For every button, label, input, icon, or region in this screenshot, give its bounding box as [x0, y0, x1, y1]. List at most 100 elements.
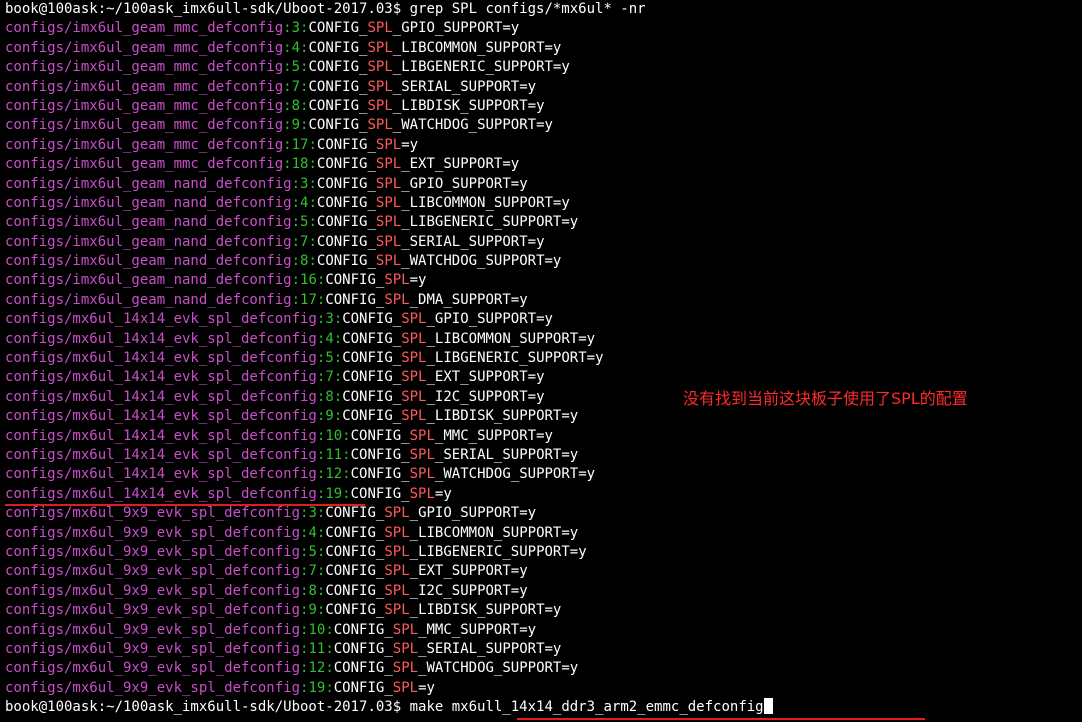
grep-result-line: configs/mx6ul_14x14_evk_spl_defconfig:11… — [5, 446, 1082, 465]
result-suffix: _SERIAL_SUPPORT=y — [434, 446, 579, 463]
result-suffix: _SERIAL_SUPPORT=y — [392, 78, 537, 95]
prompt-path: :~/100ask_imx6ull-sdk/Uboot-2017.03$ — [97, 699, 402, 716]
prompt-user-host: book@100ask — [5, 1, 98, 17]
result-prefix: CONFIG_ — [342, 369, 402, 386]
result-prefix: CONFIG_ — [316, 194, 376, 211]
underline-mark-config — [5, 504, 365, 506]
result-suffix: _WATCHDOG_SUPPORT=y — [418, 660, 579, 677]
result-colon: : — [342, 427, 351, 444]
result-prefix: CONFIG_ — [342, 408, 402, 425]
result-prefix: CONFIG_ — [308, 39, 368, 56]
result-filename: configs/imx6ul_geam_nand_defconfig — [5, 272, 292, 289]
result-filename: configs/imx6ul_geam_mmc_defconfig — [5, 78, 284, 95]
result-match: SPL — [392, 640, 419, 657]
result-match: SPL — [392, 621, 419, 638]
grep-result-line: configs/imx6ul_geam_mmc_defconfig:18:CON… — [5, 155, 1082, 174]
result-prefix: CONFIG_ — [350, 466, 410, 483]
grep-result-line: configs/mx6ul_9x9_evk_spl_defconfig:10:C… — [5, 621, 1082, 640]
grep-result-line: configs/imx6ul_geam_nand_defconfig:3:CON… — [5, 175, 1082, 194]
result-match: SPL — [409, 427, 435, 444]
result-colon: : — [291, 233, 301, 250]
result-prefix: CONFIG_ — [333, 640, 393, 657]
result-filename: configs/mx6ul_14x14_evk_spl_defconfig — [5, 350, 317, 367]
grep-result-line: configs/imx6ul_geam_mmc_defconfig:5:CONF… — [5, 58, 1082, 77]
result-filename: configs/mx6ul_14x14_evk_spl_defconfig — [5, 388, 317, 405]
result-prefix: CONFIG_ — [333, 679, 393, 696]
result-suffix: _LIBGENERIC_SUPPORT=y — [401, 214, 579, 231]
result-prefix: CONFIG_ — [342, 330, 402, 347]
result-line-number: 8 — [308, 582, 317, 599]
grep-result-line: configs/mx6ul_9x9_evk_spl_defconfig:19:C… — [5, 679, 1082, 698]
result-prefix: CONFIG_ — [325, 524, 385, 541]
grep-result-line: configs/mx6ul_14x14_evk_spl_defconfig:10… — [5, 427, 1082, 446]
grep-command: grep SPL configs/*mx6ul* -nr — [409, 1, 646, 17]
result-suffix: _WATCHDOG_SUPPORT=y — [401, 253, 562, 270]
result-prefix: CONFIG_ — [316, 253, 376, 270]
result-colon: : — [308, 253, 317, 270]
result-filename: configs/mx6ul_14x14_evk_spl_defconfig — [5, 330, 317, 347]
result-filename: configs/mx6ul_14x14_evk_spl_defconfig — [5, 311, 317, 328]
grep-result-line: configs/imx6ul_geam_nand_defconfig:16:CO… — [5, 271, 1082, 290]
result-colon: : — [283, 117, 292, 134]
result-line-number: 19 — [308, 679, 326, 696]
result-colon: : — [333, 311, 343, 328]
result-line-number: 12 — [325, 466, 343, 483]
result-filename: configs/imx6ul_geam_nand_defconfig — [5, 214, 292, 231]
result-prefix: CONFIG_ — [325, 543, 385, 560]
grep-result-line: configs/mx6ul_14x14_evk_spl_defconfig:3:… — [5, 310, 1082, 329]
result-prefix: CONFIG_ — [325, 291, 385, 308]
result-match: SPL — [401, 311, 427, 328]
result-suffix: _LIBCOMMON_SUPPORT=y — [401, 194, 570, 211]
result-prefix: CONFIG_ — [316, 233, 376, 250]
result-match: SPL — [367, 78, 393, 95]
grep-result-line: configs/mx6ul_14x14_evk_spl_defconfig:9:… — [5, 407, 1082, 426]
result-suffix: _GPIO_SUPPORT=y — [392, 20, 520, 37]
grep-result-line: configs/mx6ul_14x14_evk_spl_defconfig:12… — [5, 465, 1082, 484]
result-filename: configs/mx6ul_14x14_evk_spl_defconfig — [5, 427, 317, 444]
result-suffix: _LIBCOMMON_SUPPORT=y — [426, 330, 596, 347]
grep-result-line: configs/mx6ul_9x9_evk_spl_defconfig:11:C… — [5, 640, 1082, 659]
result-suffix: _EXT_SUPPORT=y — [426, 369, 545, 386]
result-filename: configs/imx6ul_geam_nand_defconfig — [5, 291, 292, 308]
make-command-line[interactable]: book@100ask:~/100ask_imx6ull-sdk/Uboot-2… — [5, 698, 1082, 717]
result-match: SPL — [384, 524, 410, 541]
underline-mark-make-target — [517, 718, 925, 720]
result-line-number: 3 — [308, 505, 317, 522]
result-colon: : — [291, 253, 301, 270]
result-colon: : — [308, 214, 317, 231]
result-filename: configs/mx6ul_14x14_evk_spl_defconfig — [5, 466, 317, 483]
result-line-number: 7 — [291, 78, 301, 95]
grep-result-line: configs/imx6ul_geam_nand_defconfig:17:CO… — [5, 291, 1082, 310]
result-filename: configs/mx6ul_9x9_evk_spl_defconfig — [5, 621, 301, 638]
result-match: SPL — [392, 660, 419, 677]
grep-result-line: configs/mx6ul_14x14_evk_spl_defconfig:5:… — [5, 349, 1082, 368]
result-prefix: CONFIG_ — [325, 563, 385, 580]
result-colon: : — [333, 330, 343, 347]
result-line-number: 12 — [308, 660, 326, 677]
result-prefix: CONFIG_ — [316, 156, 376, 173]
result-line-number: 7 — [308, 563, 317, 580]
result-prefix: CONFIG_ — [308, 97, 368, 114]
terminal-window[interactable]: book@100ask :~/100ask_imx6ull-sdk/Uboot-2… — [0, 0, 1082, 722]
result-prefix: CONFIG_ — [308, 117, 368, 134]
result-line-number: 10 — [325, 427, 343, 444]
result-line-number: 19 — [325, 485, 343, 502]
result-line-number: 4 — [308, 524, 317, 541]
result-line-number: 11 — [308, 640, 326, 657]
result-match: SPL — [367, 59, 393, 76]
result-prefix: CONFIG_ — [308, 20, 368, 37]
make-target: mx6ull_14x14_ddr3_arm2_emmc_defconfig — [451, 699, 764, 716]
result-prefix: CONFIG_ — [325, 582, 385, 599]
result-match: SPL — [409, 466, 435, 483]
result-suffix: _LIBCOMMON_SUPPORT=y — [392, 39, 562, 56]
result-colon: : — [333, 408, 343, 425]
result-prefix: CONFIG_ — [325, 272, 385, 289]
result-suffix: =y — [434, 485, 452, 502]
result-filename: configs/imx6ul_geam_mmc_defconfig — [5, 20, 284, 37]
result-prefix: CONFIG_ — [333, 621, 393, 638]
result-line-number: 18 — [291, 156, 309, 173]
result-suffix: _SERIAL_SUPPORT=y — [401, 233, 545, 250]
result-suffix: =y — [418, 679, 435, 696]
result-filename: configs/mx6ul_9x9_evk_spl_defconfig — [5, 640, 301, 657]
result-match: SPL — [375, 156, 402, 173]
